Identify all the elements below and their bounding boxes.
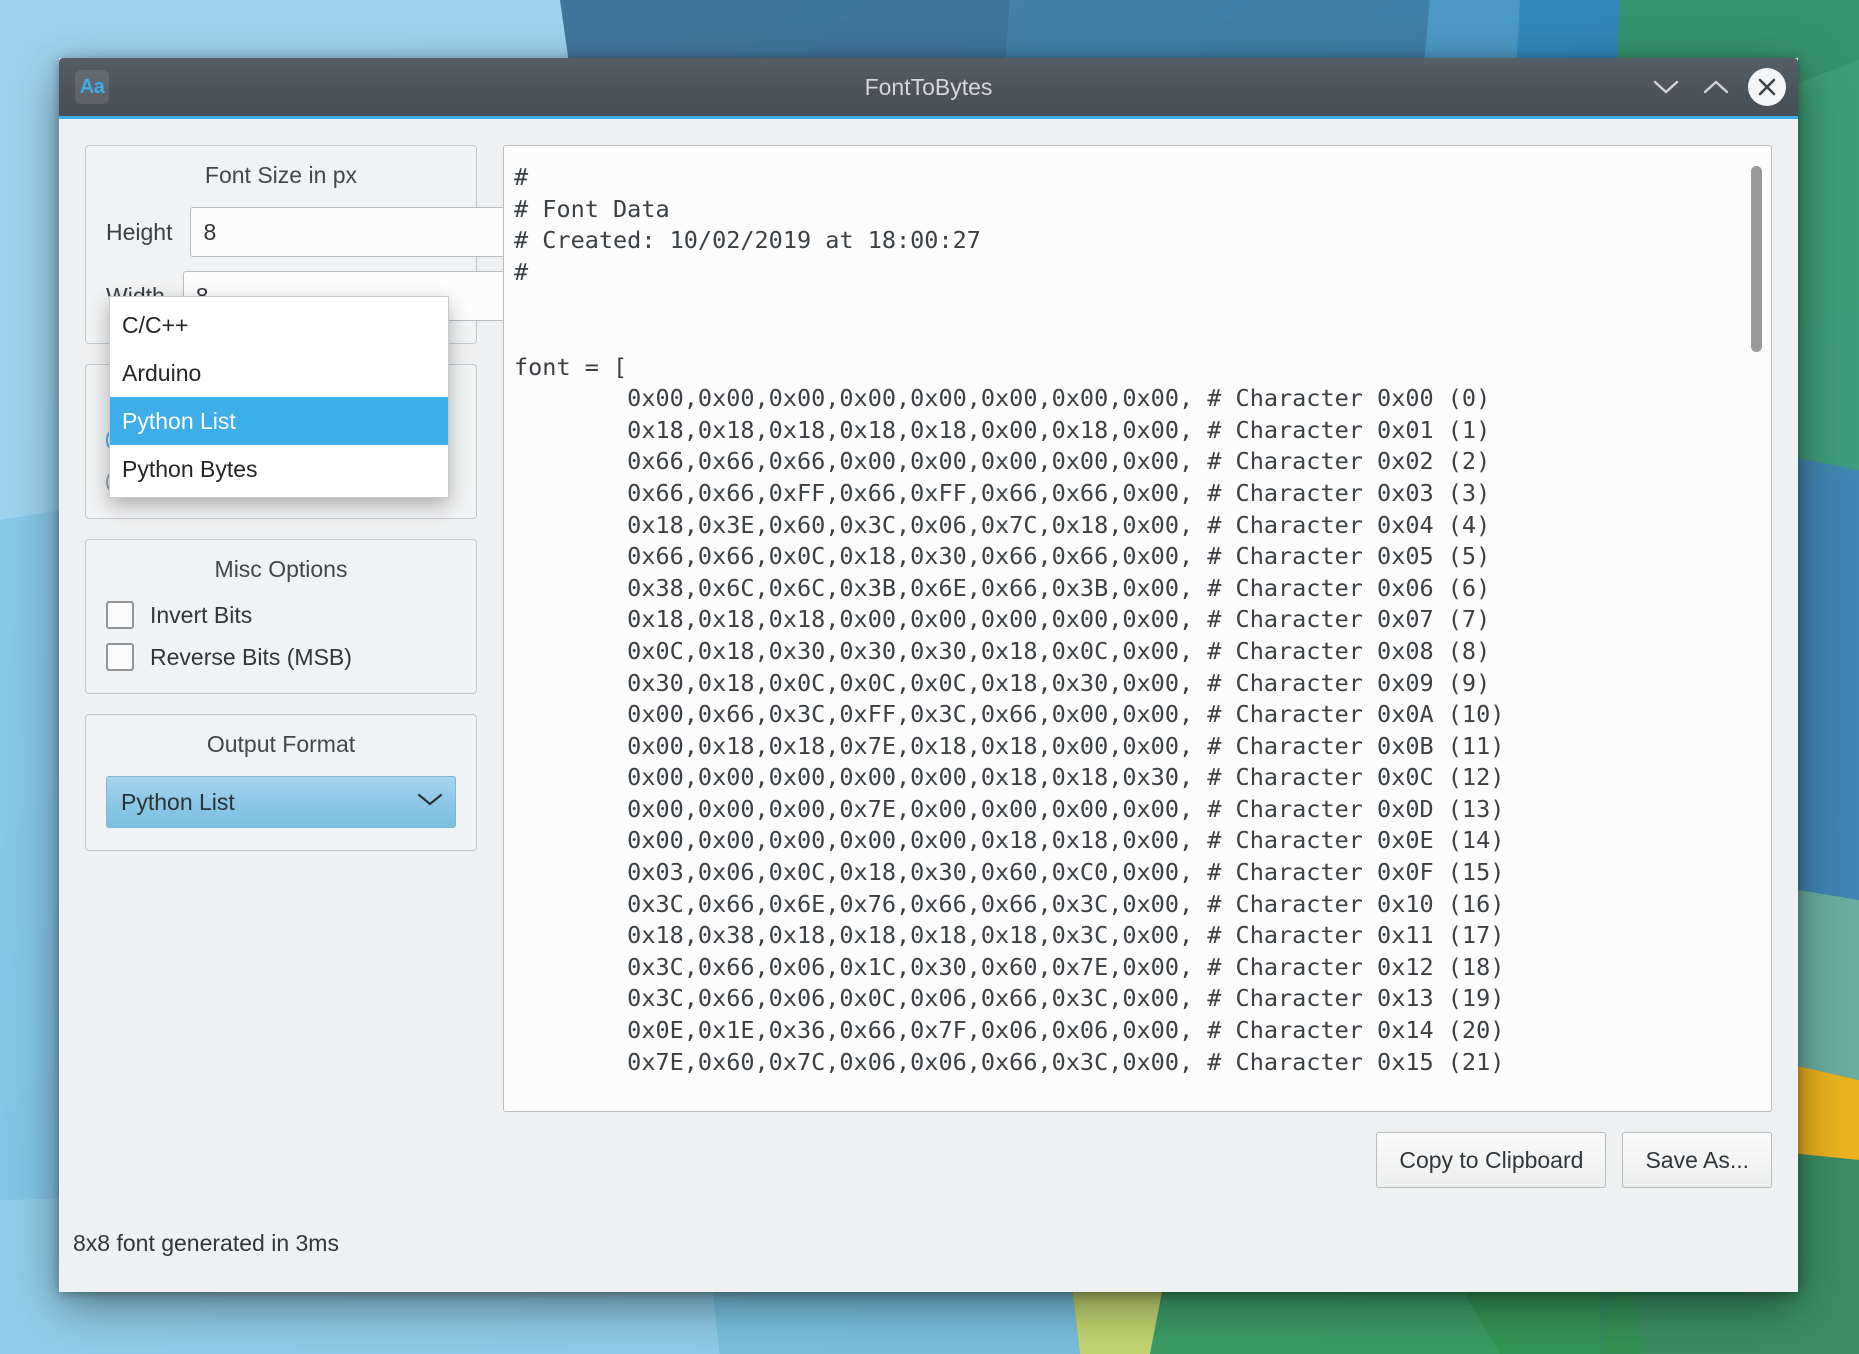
checkbox-icon-unchecked[interactable] — [106, 601, 134, 629]
checkbox-icon-unchecked[interactable] — [106, 643, 134, 671]
misc-options-group-title: Misc Options — [214, 556, 348, 582]
output-format-combobox[interactable]: Python List — [106, 776, 456, 828]
chevron-down-icon — [417, 792, 443, 812]
scrollbar-thumb[interactable] — [1751, 166, 1762, 352]
checkbox-reverse-bits-label: Reverse Bits (MSB) — [150, 643, 352, 670]
output-format-group-title: Output Format — [206, 731, 356, 757]
code-output-text[interactable]: # # Font Data # Created: 10/02/2019 at 1… — [504, 146, 1771, 1111]
window-body: Font Size in px Height Width Reading Mod… — [59, 119, 1798, 1208]
output-format-dropdown-list[interactable]: C/C++ Arduino Python List Python Bytes — [109, 296, 449, 498]
dropdown-item-python-list[interactable]: Python List — [110, 397, 448, 445]
dropdown-item-python-bytes[interactable]: Python Bytes — [110, 445, 448, 493]
window-controls — [1648, 68, 1786, 106]
checkbox-reverse-bits[interactable]: Reverse Bits (MSB) — [106, 643, 456, 671]
status-message: 8x8 font generated in 3ms — [73, 1229, 339, 1256]
output-format-value: Python List — [121, 788, 235, 815]
save-as-button[interactable]: Save As... — [1622, 1132, 1772, 1188]
action-bar: Copy to Clipboard Save As... — [503, 1112, 1772, 1208]
dropdown-item-c-cpp[interactable]: C/C++ — [110, 301, 448, 349]
code-output-area[interactable]: # # Font Data # Created: 10/02/2019 at 1… — [503, 145, 1772, 1112]
close-icon[interactable] — [1748, 68, 1786, 106]
desktop: Aa FontToBytes Font Size in px Height 8 … — [0, 0, 1859, 1354]
application-window: Aa FontToBytes Font Size in px Height 8 … — [59, 58, 1798, 1292]
height-field-row: Height — [106, 207, 513, 257]
output-format-group: Output Format Python List — [85, 714, 477, 851]
window-title: FontToBytes — [864, 73, 993, 100]
title-bar: Aa FontToBytes — [59, 58, 1798, 119]
dropdown-item-arduino[interactable]: Arduino — [110, 349, 448, 397]
checkbox-invert-bits-label: Invert Bits — [150, 601, 253, 628]
chevron-up-icon[interactable] — [1698, 69, 1734, 105]
misc-options-group: Misc Options Invert Bits Reverse Bits (M… — [85, 539, 477, 694]
status-bar: 8x8 font generated in 3ms — [59, 1208, 1798, 1292]
checkbox-invert-bits[interactable]: Invert Bits — [106, 601, 456, 629]
copy-to-clipboard-button[interactable]: Copy to Clipboard — [1376, 1132, 1607, 1188]
chevron-down-icon[interactable] — [1648, 69, 1684, 105]
font-icon: Aa — [75, 70, 109, 104]
font-size-group-title: Font Size in px — [204, 162, 358, 188]
scrollbar-track[interactable] — [1749, 152, 1763, 1105]
sidebar: Font Size in px Height Width Reading Mod… — [85, 145, 513, 1208]
main-panel: # # Font Data # Created: 10/02/2019 at 1… — [503, 145, 1772, 1208]
height-input[interactable] — [190, 207, 513, 257]
height-label: Height — [106, 218, 173, 245]
